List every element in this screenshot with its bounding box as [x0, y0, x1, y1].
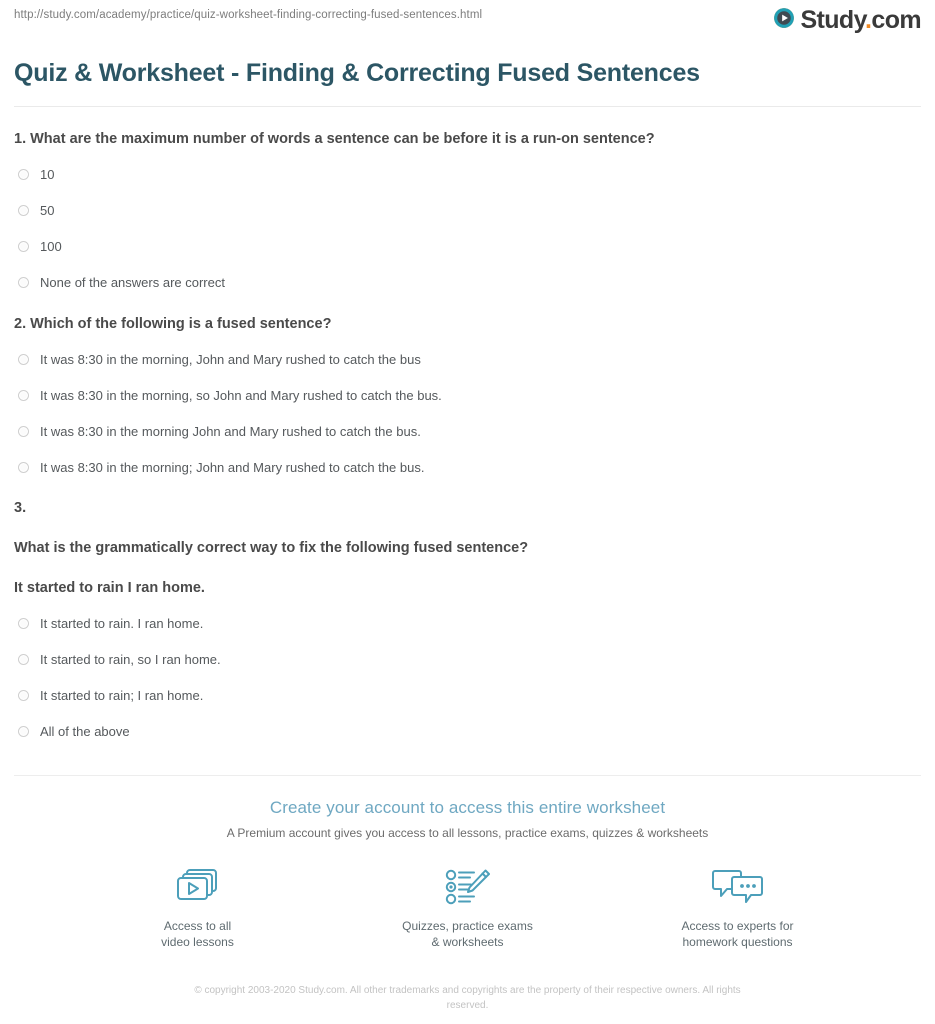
radio-button-icon[interactable] [18, 205, 29, 217]
question-2: 2. Which of the following is a fused sen… [14, 292, 921, 477]
answer-option[interactable]: 50 [14, 203, 921, 220]
radio-button-icon[interactable] [18, 169, 29, 181]
question-3-sentence: It started to rain I ran home. [14, 580, 205, 597]
answer-label: All of the above [40, 724, 130, 740]
answer-option[interactable]: 10 [14, 167, 921, 184]
answer-option[interactable]: It started to rain. I ran home. [14, 616, 921, 633]
radio-button-icon[interactable] [18, 389, 29, 401]
radio-button-icon[interactable] [18, 353, 29, 365]
answer-label: It started to rain, so I ran home. [40, 652, 221, 668]
page-title: Quiz & Worksheet - Finding & Correcting … [14, 59, 700, 87]
answer-label: It started to rain. I ran home. [40, 616, 204, 632]
answer-option[interactable]: None of the answers are correct [14, 275, 921, 292]
logo-text-primary: Study [800, 6, 866, 34]
radio-button-icon[interactable] [18, 461, 29, 473]
answer-option[interactable]: All of the above [14, 724, 921, 741]
copyright-text: © copyright 2003-2020 Study.com. All oth… [194, 985, 741, 1011]
logo-text-secondary: com [871, 6, 921, 34]
chat-bubbles-icon [658, 866, 818, 908]
study-com-logo[interactable]: Study.com [773, 7, 922, 34]
question-1: 1. What are the maximum number of words … [14, 107, 921, 292]
answer-option[interactable]: It was 8:30 in the morning; John and Mar… [14, 460, 921, 477]
worksheet-page: http://study.com/academy/practice/quiz-w… [0, 0, 935, 1024]
feature-quizzes: Quizzes, practice exams & worksheets [388, 866, 548, 950]
page-url: http://study.com/academy/practice/quiz-w… [14, 9, 483, 21]
radio-button-icon[interactable] [18, 425, 29, 437]
cta-subheading: A Premium account gives you access to al… [226, 826, 709, 841]
question-2-answers: It was 8:30 in the morning, John and Mar… [14, 352, 921, 477]
cta-heading[interactable]: Create your account to access this entir… [0, 798, 935, 818]
answer-option[interactable]: It started to rain; I ran home. [14, 688, 921, 705]
answer-label: It was 8:30 in the morning John and Mary… [40, 423, 421, 439]
feature-label: Access to all video lessons [161, 919, 234, 950]
checklist-pencil-icon [388, 866, 548, 908]
feature-video-lessons: Access to all video lessons [118, 866, 278, 950]
question-1-answers: 10 50 100 None of the answers are correc… [14, 167, 921, 292]
logo-wordmark: Study.com [800, 8, 921, 33]
question-3-prompt: What is the grammatically correct way to… [14, 540, 529, 557]
answer-option[interactable]: It was 8:30 in the morning John and Mary… [14, 424, 921, 441]
feature-label: Access to experts for homework questions [681, 919, 794, 950]
answer-option[interactable]: It was 8:30 in the morning, so John and … [14, 388, 921, 405]
answer-label: It was 8:30 in the morning; John and Mar… [40, 459, 425, 475]
question-3: 3. What is the grammatically correct way… [14, 476, 921, 741]
answer-label: 100 [40, 239, 62, 255]
question-3-answers: It started to rain. I ran home. It start… [14, 616, 921, 741]
feature-list: Access to all video lessons Quizzes, pra… [0, 866, 935, 950]
cta-section: Create your account to access this entir… [0, 776, 935, 1013]
answer-option[interactable]: 100 [14, 239, 921, 256]
answer-label: 50 [40, 203, 55, 219]
question-1-prompt: 1. What are the maximum number of words … [14, 131, 655, 148]
radio-button-icon[interactable] [18, 241, 29, 253]
radio-button-icon[interactable] [18, 726, 29, 738]
answer-label: None of the answers are correct [40, 274, 225, 290]
quiz-body: 1. What are the maximum number of words … [0, 107, 935, 741]
answer-option[interactable]: It started to rain, so I ran home. [14, 652, 921, 669]
question-2-prompt: 2. Which of the following is a fused sen… [14, 315, 332, 332]
answer-label: 10 [40, 167, 55, 183]
answer-option[interactable]: It was 8:30 in the morning, John and Mar… [14, 352, 921, 369]
answer-label: It was 8:30 in the morning, John and Mar… [40, 351, 421, 367]
page-header: http://study.com/academy/practice/quiz-w… [0, 0, 935, 48]
feature-expert-help: Access to experts for homework questions [658, 866, 818, 950]
answer-label: It was 8:30 in the morning, so John and … [40, 387, 442, 403]
video-stack-icon [118, 866, 278, 908]
answer-label: It started to rain; I ran home. [40, 688, 204, 704]
radio-button-icon[interactable] [18, 618, 29, 630]
feature-label: Quizzes, practice exams & worksheets [402, 919, 533, 950]
question-3-number: 3. [14, 500, 27, 517]
radio-button-icon[interactable] [18, 690, 29, 702]
play-circle-icon [773, 7, 795, 34]
radio-button-icon[interactable] [18, 276, 29, 288]
radio-button-icon[interactable] [18, 654, 29, 666]
